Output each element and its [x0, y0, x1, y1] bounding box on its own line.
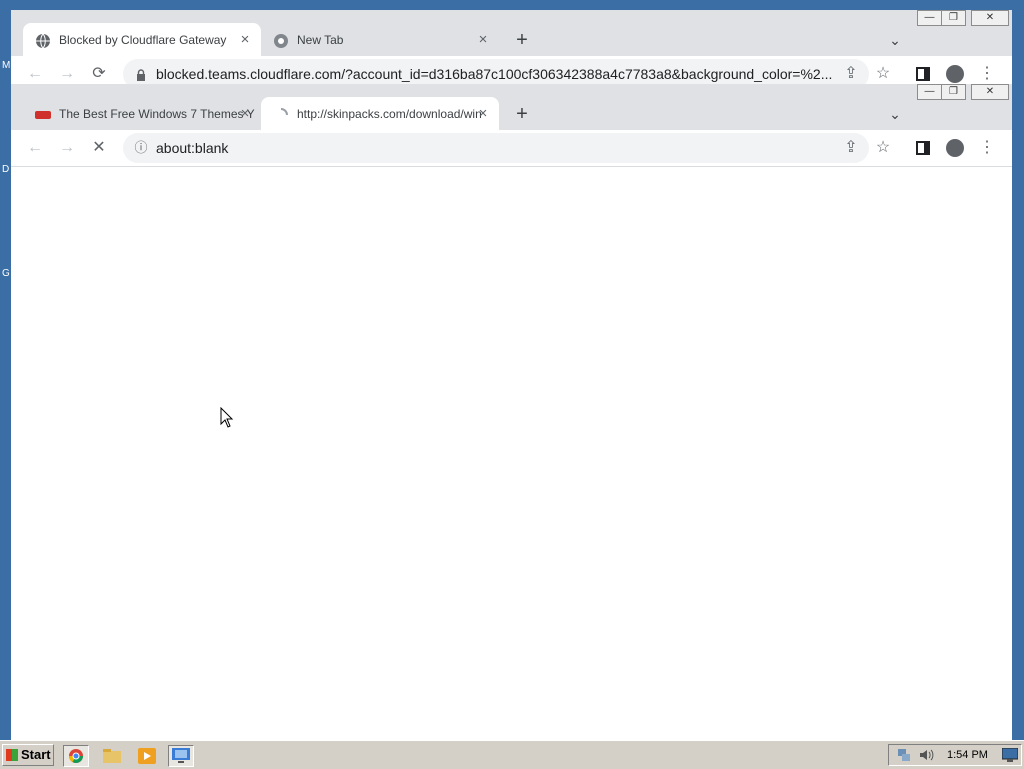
chrome-taskbar-icon[interactable] — [63, 745, 89, 767]
network-icon[interactable] — [897, 748, 911, 762]
address-bar[interactable]: ⓘ about:blank — [123, 133, 869, 163]
close-icon[interactable]: × — [237, 97, 253, 131]
volume-icon[interactable] — [919, 748, 935, 762]
menu-icon[interactable]: ⋮ — [973, 60, 1001, 88]
site-favicon-icon — [35, 111, 51, 119]
new-tab-button[interactable]: + — [509, 23, 535, 57]
tab-title: New Tab — [297, 33, 344, 47]
url-text: blocked.teams.cloudflare.com/?account_id… — [156, 66, 833, 82]
taskbar: Start 1:54 PM — [0, 740, 1024, 769]
start-label: Start — [21, 747, 51, 762]
close-icon[interactable]: × — [475, 23, 491, 57]
remote-desktop-icon[interactable] — [168, 745, 194, 767]
browser-toolbar: ← → ✕ ⓘ about:blank ⇪ ☆ ⋮ — [11, 130, 1012, 166]
menu-icon[interactable]: ⋮ — [973, 134, 1001, 162]
tab-title: The Best Free Windows 7 Themes Y — [59, 107, 255, 121]
side-panel-icon[interactable] — [909, 60, 937, 88]
profile-icon[interactable] — [941, 60, 969, 88]
file-explorer-icon[interactable] — [99, 745, 125, 767]
tab-title: http://skinpacks.com/download/win — [297, 107, 482, 121]
tab-title: Blocked by Cloudflare Gateway — [59, 33, 227, 47]
media-player-icon[interactable] — [134, 745, 160, 767]
globe-icon — [36, 33, 50, 49]
show-desktop-icon[interactable] — [1002, 748, 1018, 762]
tab-windows-7-themes[interactable]: The Best Free Windows 7 Themes Y × — [23, 97, 261, 131]
tab-skinpacks-download[interactable]: http://skinpacks.com/download/win × — [261, 97, 499, 131]
system-tray: 1:54 PM — [888, 744, 1022, 766]
close-window-button[interactable]: ✕ — [971, 10, 1009, 26]
clock[interactable]: 1:54 PM — [947, 745, 988, 765]
restore-button[interactable]: ❐ — [941, 10, 966, 26]
close-icon[interactable]: × — [237, 23, 253, 57]
info-icon[interactable]: ⓘ — [133, 133, 149, 163]
new-tab-button[interactable]: + — [509, 97, 535, 131]
back-icon[interactable]: ← — [21, 134, 49, 162]
mouse-cursor-icon — [220, 407, 234, 428]
tab-new-tab[interactable]: New Tab × — [261, 23, 499, 57]
stop-loading-icon[interactable]: ✕ — [85, 134, 113, 162]
tab-search-icon[interactable]: ⌄ — [882, 97, 908, 131]
share-icon[interactable]: ⇪ — [837, 134, 865, 162]
loading-spinner-icon — [280, 108, 288, 116]
page-content[interactable] — [11, 166, 1012, 741]
browser-window-front: The Best Free Windows 7 Themes Y × http:… — [11, 84, 1012, 741]
tab-strip: The Best Free Windows 7 Themes Y × http:… — [11, 84, 1012, 131]
tab-search-icon[interactable]: ⌄ — [882, 23, 908, 57]
start-button[interactable]: Start — [2, 744, 54, 766]
tab-strip: Blocked by Cloudflare Gateway × New Tab … — [11, 10, 1012, 57]
minimize-button[interactable]: — — [917, 10, 942, 26]
url-text: about:blank — [156, 140, 229, 156]
tab-blocked-cloudflare[interactable]: Blocked by Cloudflare Gateway × — [23, 23, 261, 57]
profile-icon[interactable] — [941, 134, 969, 162]
windows-logo-icon — [6, 749, 18, 761]
chrome-icon — [274, 34, 288, 48]
browser-window-back: Blocked by Cloudflare Gateway × New Tab … — [11, 10, 1012, 92]
star-icon[interactable]: ☆ — [869, 134, 897, 162]
side-panel-icon[interactable] — [909, 134, 937, 162]
close-icon[interactable]: × — [475, 97, 491, 131]
forward-icon[interactable]: → — [53, 134, 81, 162]
